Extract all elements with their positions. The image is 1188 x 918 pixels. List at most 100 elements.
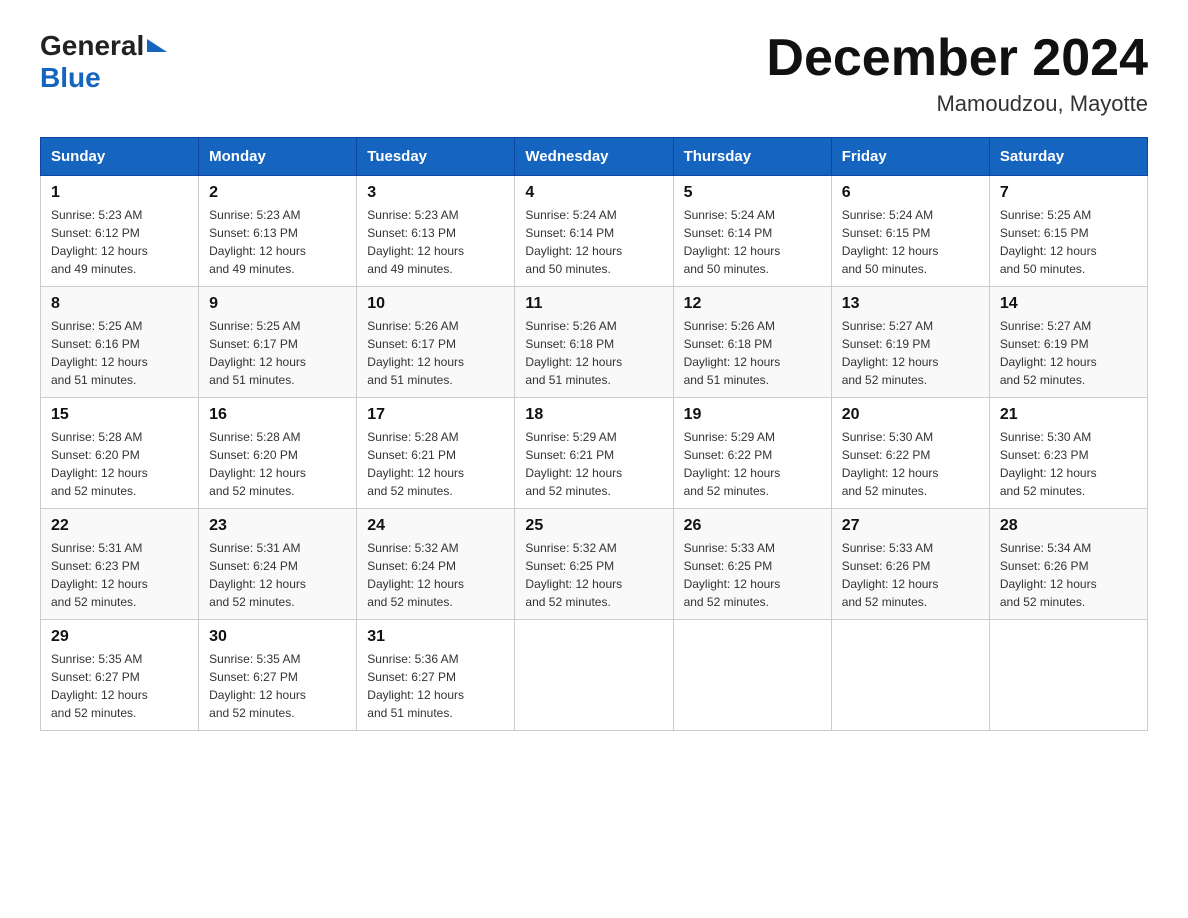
day-number: 7 xyxy=(1000,184,1137,202)
day-cell: 20 Sunrise: 5:30 AMSunset: 6:22 PMDaylig… xyxy=(831,398,989,509)
day-cell: 16 Sunrise: 5:28 AMSunset: 6:20 PMDaylig… xyxy=(199,398,357,509)
day-cell: 19 Sunrise: 5:29 AMSunset: 6:22 PMDaylig… xyxy=(673,398,831,509)
day-info: Sunrise: 5:35 AMSunset: 6:27 PMDaylight:… xyxy=(209,652,306,720)
logo-line2: Blue xyxy=(40,62,101,94)
day-number: 25 xyxy=(525,517,662,535)
month-title: December 2024 xyxy=(766,30,1148,87)
header-cell-sunday: Sunday xyxy=(41,138,199,176)
day-cell: 18 Sunrise: 5:29 AMSunset: 6:21 PMDaylig… xyxy=(515,398,673,509)
day-cell: 2 Sunrise: 5:23 AMSunset: 6:13 PMDayligh… xyxy=(199,176,357,287)
title-block: December 2024 Mamoudzou, Mayotte xyxy=(766,30,1148,117)
day-info: Sunrise: 5:27 AMSunset: 6:19 PMDaylight:… xyxy=(842,319,939,387)
day-number: 26 xyxy=(684,517,821,535)
day-cell: 26 Sunrise: 5:33 AMSunset: 6:25 PMDaylig… xyxy=(673,509,831,620)
header-cell-friday: Friday xyxy=(831,138,989,176)
day-number: 15 xyxy=(51,406,188,424)
day-cell: 30 Sunrise: 5:35 AMSunset: 6:27 PMDaylig… xyxy=(199,620,357,731)
day-cell xyxy=(515,620,673,731)
day-info: Sunrise: 5:32 AMSunset: 6:25 PMDaylight:… xyxy=(525,541,622,609)
day-number: 31 xyxy=(367,628,504,646)
week-row-1: 1 Sunrise: 5:23 AMSunset: 6:12 PMDayligh… xyxy=(41,176,1148,287)
logo-line1: General xyxy=(40,30,167,62)
day-cell: 28 Sunrise: 5:34 AMSunset: 6:26 PMDaylig… xyxy=(989,509,1147,620)
day-number: 3 xyxy=(367,184,504,202)
day-info: Sunrise: 5:23 AMSunset: 6:13 PMDaylight:… xyxy=(367,208,464,276)
day-info: Sunrise: 5:26 AMSunset: 6:18 PMDaylight:… xyxy=(684,319,781,387)
day-number: 30 xyxy=(209,628,346,646)
location-text: Mamoudzou, Mayotte xyxy=(766,91,1148,117)
day-info: Sunrise: 5:34 AMSunset: 6:26 PMDaylight:… xyxy=(1000,541,1097,609)
day-cell xyxy=(831,620,989,731)
header-cell-saturday: Saturday xyxy=(989,138,1147,176)
day-cell: 4 Sunrise: 5:24 AMSunset: 6:14 PMDayligh… xyxy=(515,176,673,287)
day-cell: 11 Sunrise: 5:26 AMSunset: 6:18 PMDaylig… xyxy=(515,287,673,398)
day-info: Sunrise: 5:25 AMSunset: 6:15 PMDaylight:… xyxy=(1000,208,1097,276)
day-cell: 15 Sunrise: 5:28 AMSunset: 6:20 PMDaylig… xyxy=(41,398,199,509)
day-cell: 22 Sunrise: 5:31 AMSunset: 6:23 PMDaylig… xyxy=(41,509,199,620)
day-cell: 27 Sunrise: 5:33 AMSunset: 6:26 PMDaylig… xyxy=(831,509,989,620)
day-cell: 8 Sunrise: 5:25 AMSunset: 6:16 PMDayligh… xyxy=(41,287,199,398)
day-info: Sunrise: 5:26 AMSunset: 6:18 PMDaylight:… xyxy=(525,319,622,387)
day-cell: 29 Sunrise: 5:35 AMSunset: 6:27 PMDaylig… xyxy=(41,620,199,731)
day-cell xyxy=(989,620,1147,731)
day-number: 4 xyxy=(525,184,662,202)
day-cell: 31 Sunrise: 5:36 AMSunset: 6:27 PMDaylig… xyxy=(357,620,515,731)
day-number: 9 xyxy=(209,295,346,313)
page-header: General Blue December 2024 Mamoudzou, Ma… xyxy=(40,30,1148,117)
day-cell: 1 Sunrise: 5:23 AMSunset: 6:12 PMDayligh… xyxy=(41,176,199,287)
day-cell: 7 Sunrise: 5:25 AMSunset: 6:15 PMDayligh… xyxy=(989,176,1147,287)
day-info: Sunrise: 5:24 AMSunset: 6:14 PMDaylight:… xyxy=(684,208,781,276)
day-info: Sunrise: 5:23 AMSunset: 6:13 PMDaylight:… xyxy=(209,208,306,276)
day-info: Sunrise: 5:28 AMSunset: 6:21 PMDaylight:… xyxy=(367,430,464,498)
day-number: 19 xyxy=(684,406,821,424)
day-number: 12 xyxy=(684,295,821,313)
day-number: 28 xyxy=(1000,517,1137,535)
day-cell: 21 Sunrise: 5:30 AMSunset: 6:23 PMDaylig… xyxy=(989,398,1147,509)
header-cell-wednesday: Wednesday xyxy=(515,138,673,176)
day-info: Sunrise: 5:26 AMSunset: 6:17 PMDaylight:… xyxy=(367,319,464,387)
day-number: 6 xyxy=(842,184,979,202)
header-cell-thursday: Thursday xyxy=(673,138,831,176)
day-number: 11 xyxy=(525,295,662,313)
week-row-2: 8 Sunrise: 5:25 AMSunset: 6:16 PMDayligh… xyxy=(41,287,1148,398)
day-info: Sunrise: 5:33 AMSunset: 6:25 PMDaylight:… xyxy=(684,541,781,609)
day-info: Sunrise: 5:28 AMSunset: 6:20 PMDaylight:… xyxy=(209,430,306,498)
day-info: Sunrise: 5:29 AMSunset: 6:21 PMDaylight:… xyxy=(525,430,622,498)
day-number: 5 xyxy=(684,184,821,202)
day-info: Sunrise: 5:25 AMSunset: 6:16 PMDaylight:… xyxy=(51,319,148,387)
day-cell: 17 Sunrise: 5:28 AMSunset: 6:21 PMDaylig… xyxy=(357,398,515,509)
day-info: Sunrise: 5:24 AMSunset: 6:14 PMDaylight:… xyxy=(525,208,622,276)
day-cell xyxy=(673,620,831,731)
day-number: 13 xyxy=(842,295,979,313)
day-info: Sunrise: 5:33 AMSunset: 6:26 PMDaylight:… xyxy=(842,541,939,609)
day-info: Sunrise: 5:30 AMSunset: 6:23 PMDaylight:… xyxy=(1000,430,1097,498)
day-info: Sunrise: 5:25 AMSunset: 6:17 PMDaylight:… xyxy=(209,319,306,387)
week-row-4: 22 Sunrise: 5:31 AMSunset: 6:23 PMDaylig… xyxy=(41,509,1148,620)
day-cell: 23 Sunrise: 5:31 AMSunset: 6:24 PMDaylig… xyxy=(199,509,357,620)
day-info: Sunrise: 5:24 AMSunset: 6:15 PMDaylight:… xyxy=(842,208,939,276)
day-cell: 9 Sunrise: 5:25 AMSunset: 6:17 PMDayligh… xyxy=(199,287,357,398)
day-info: Sunrise: 5:31 AMSunset: 6:24 PMDaylight:… xyxy=(209,541,306,609)
day-number: 24 xyxy=(367,517,504,535)
day-number: 29 xyxy=(51,628,188,646)
day-cell: 13 Sunrise: 5:27 AMSunset: 6:19 PMDaylig… xyxy=(831,287,989,398)
day-number: 22 xyxy=(51,517,188,535)
calendar-table: SundayMondayTuesdayWednesdayThursdayFrid… xyxy=(40,137,1148,731)
day-number: 14 xyxy=(1000,295,1137,313)
day-cell: 24 Sunrise: 5:32 AMSunset: 6:24 PMDaylig… xyxy=(357,509,515,620)
day-number: 17 xyxy=(367,406,504,424)
day-info: Sunrise: 5:27 AMSunset: 6:19 PMDaylight:… xyxy=(1000,319,1097,387)
day-info: Sunrise: 5:35 AMSunset: 6:27 PMDaylight:… xyxy=(51,652,148,720)
day-number: 18 xyxy=(525,406,662,424)
calendar-body: 1 Sunrise: 5:23 AMSunset: 6:12 PMDayligh… xyxy=(41,176,1148,731)
day-cell: 10 Sunrise: 5:26 AMSunset: 6:17 PMDaylig… xyxy=(357,287,515,398)
calendar-header: SundayMondayTuesdayWednesdayThursdayFrid… xyxy=(41,138,1148,176)
header-row: SundayMondayTuesdayWednesdayThursdayFrid… xyxy=(41,138,1148,176)
day-number: 2 xyxy=(209,184,346,202)
day-cell: 12 Sunrise: 5:26 AMSunset: 6:18 PMDaylig… xyxy=(673,287,831,398)
week-row-3: 15 Sunrise: 5:28 AMSunset: 6:20 PMDaylig… xyxy=(41,398,1148,509)
week-row-5: 29 Sunrise: 5:35 AMSunset: 6:27 PMDaylig… xyxy=(41,620,1148,731)
day-info: Sunrise: 5:30 AMSunset: 6:22 PMDaylight:… xyxy=(842,430,939,498)
day-info: Sunrise: 5:28 AMSunset: 6:20 PMDaylight:… xyxy=(51,430,148,498)
day-cell: 5 Sunrise: 5:24 AMSunset: 6:14 PMDayligh… xyxy=(673,176,831,287)
